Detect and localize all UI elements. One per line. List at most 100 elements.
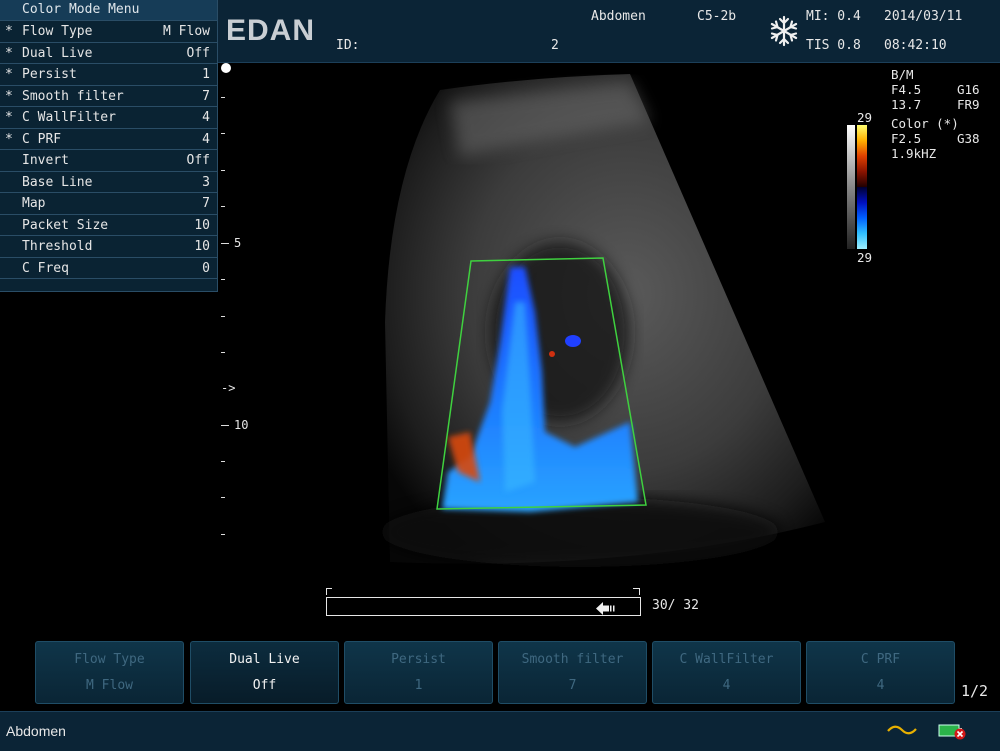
patient-id-label: ID: <box>336 38 360 53</box>
menu-item-label: Smooth filter <box>22 88 124 104</box>
softkey-label: C PRF <box>860 652 901 667</box>
menu-item-value: Off <box>186 153 210 168</box>
exam-type: Abdomen <box>591 9 646 24</box>
color-mode-label: Color (*) <box>891 116 959 131</box>
colorbar-positive <box>857 125 867 187</box>
cine-progress-bar[interactable] <box>326 597 641 616</box>
softkey-value: Off <box>252 678 277 693</box>
menu-item-value: 0 <box>202 260 210 276</box>
bm-mode-label: B/M <box>891 67 914 82</box>
menu-item-c-wallfilter[interactable]: * C WallFilter 4 <box>0 107 217 129</box>
color-frequency: F2.5 <box>891 131 922 146</box>
menu-item-base-line[interactable]: Base Line 3 <box>0 172 217 193</box>
edan-logo: EDAN <box>226 14 316 47</box>
page-indicator[interactable]: 1/2 <box>961 682 988 700</box>
softkey-value: 4 <box>876 678 885 693</box>
modified-star: * <box>5 24 13 39</box>
exam-time: 08:42:10 <box>884 38 947 53</box>
menu-item-label: Persist <box>22 67 77 82</box>
menu-item-smooth-filter[interactable]: * Smooth filter 7 <box>0 86 217 107</box>
focus-dot <box>221 63 231 73</box>
menu-item-c-freq[interactable]: C Freq 0 <box>0 258 217 279</box>
grayscale-bar <box>847 125 855 249</box>
menu-item-flow-type[interactable]: * Flow Type M Flow <box>0 21 217 43</box>
softkey-value: 7 <box>568 678 577 693</box>
menu-item-value: 10 <box>194 239 210 254</box>
patient-id-value: 2 <box>551 38 559 53</box>
modified-star: * <box>5 88 13 104</box>
depth-label-5: 5 <box>234 236 242 250</box>
color-gain: G38 <box>957 131 980 146</box>
mi-readout: MI: 0.4 <box>806 9 861 24</box>
menu-item-value: 4 <box>202 131 210 147</box>
cine-arrow-handle[interactable] <box>596 600 616 615</box>
depth-scale <box>220 62 221 63</box>
softkey-label: Smooth filter <box>521 652 624 667</box>
softkey-label: Dual Live <box>229 652 300 667</box>
softkey-value: M Flow <box>86 678 133 693</box>
b-gain: G16 <box>957 82 980 97</box>
menu-item-value: 10 <box>194 217 210 233</box>
probe-name: C5-2b <box>697 9 737 24</box>
menu-item-persist[interactable]: * Persist 1 <box>0 64 217 86</box>
softkey-label: Flow Type <box>74 652 145 667</box>
menu-item-dual-live[interactable]: * Dual Live Off <box>0 43 217 64</box>
softkey-flow-type[interactable]: Flow Type M Flow <box>35 641 184 704</box>
softkey-dual-live[interactable]: Dual Live Off <box>190 641 339 704</box>
focus-marker: -> <box>221 381 236 395</box>
tis-readout: TIS 0.8 <box>806 38 861 53</box>
menu-item-map[interactable]: Map 7 <box>0 193 217 215</box>
color-prf: 1.9kHZ <box>891 146 937 161</box>
menu-item-value: M Flow <box>163 24 210 39</box>
cine-start-mark <box>326 588 327 595</box>
menu-item-value: 7 <box>202 196 210 211</box>
menu-item-value: Off <box>186 45 210 61</box>
depth-label-10: 10 <box>234 418 249 432</box>
menu-item-value: 1 <box>202 67 210 82</box>
softkey-value: 4 <box>722 678 731 693</box>
modified-star: * <box>5 67 13 82</box>
menu-item-c-prf[interactable]: * C PRF 4 <box>0 129 217 150</box>
menu-item-label: C PRF <box>22 131 62 147</box>
menu-item-label: Flow Type <box>22 24 93 39</box>
menu-item-value: 7 <box>202 88 210 104</box>
ecg-wave-icon <box>887 722 917 738</box>
depth-readout: 13.7 <box>891 97 922 112</box>
menu-item-value: 4 <box>202 110 210 125</box>
cine-frame-counter: 30/ 32 <box>652 598 699 613</box>
colorbar-negative <box>857 187 867 249</box>
menu-title: Color Mode Menu <box>0 0 217 21</box>
menu-item-value: 3 <box>202 174 210 190</box>
softkey-c-prf[interactable]: C PRF 4 <box>806 641 955 704</box>
menu-item-threshold[interactable]: Threshold 10 <box>0 236 217 258</box>
menu-item-packet-size[interactable]: Packet Size 10 <box>0 215 217 236</box>
softkey-persist[interactable]: Persist 1 <box>344 641 493 704</box>
softkey-c-wallfilter[interactable]: C WallFilter 4 <box>652 641 801 704</box>
menu-item-label: Dual Live <box>22 45 93 61</box>
softkey-label: C WallFilter <box>679 652 774 667</box>
menu-item-label: Threshold <box>22 239 93 254</box>
frame-rate: FR9 <box>957 97 980 112</box>
softkey-label: Persist <box>391 652 446 667</box>
modified-star: * <box>5 45 13 61</box>
colorbar-top-value: 29 <box>857 110 873 125</box>
menu-item-label: Map <box>22 196 46 211</box>
b-frequency: F4.5 <box>891 82 922 97</box>
menu-item-label: Packet Size <box>22 217 109 233</box>
softkey-value: 1 <box>414 678 423 693</box>
battery-error-icon <box>938 721 968 741</box>
menu-item-invert[interactable]: Invert Off <box>0 150 217 172</box>
softkey-smooth-filter[interactable]: Smooth filter 7 <box>498 641 647 704</box>
cine-end-mark <box>639 588 640 595</box>
color-mode-menu: Color Mode Menu * Flow Type M Flow * Dual Li… <box>0 0 218 292</box>
ultrasound-image[interactable] <box>330 62 840 572</box>
modified-star: * <box>5 110 13 125</box>
bottom-status-bar <box>0 711 1000 751</box>
menu-item-label: C WallFilter <box>22 110 116 125</box>
snowflake-icon <box>768 15 800 47</box>
exam-date: 2014/03/11 <box>884 9 963 24</box>
menu-item-label: Invert <box>22 153 69 168</box>
menu-item-label: C Freq <box>22 260 69 276</box>
modified-star: * <box>5 131 13 147</box>
colorbar-bottom-value: 29 <box>857 250 873 265</box>
